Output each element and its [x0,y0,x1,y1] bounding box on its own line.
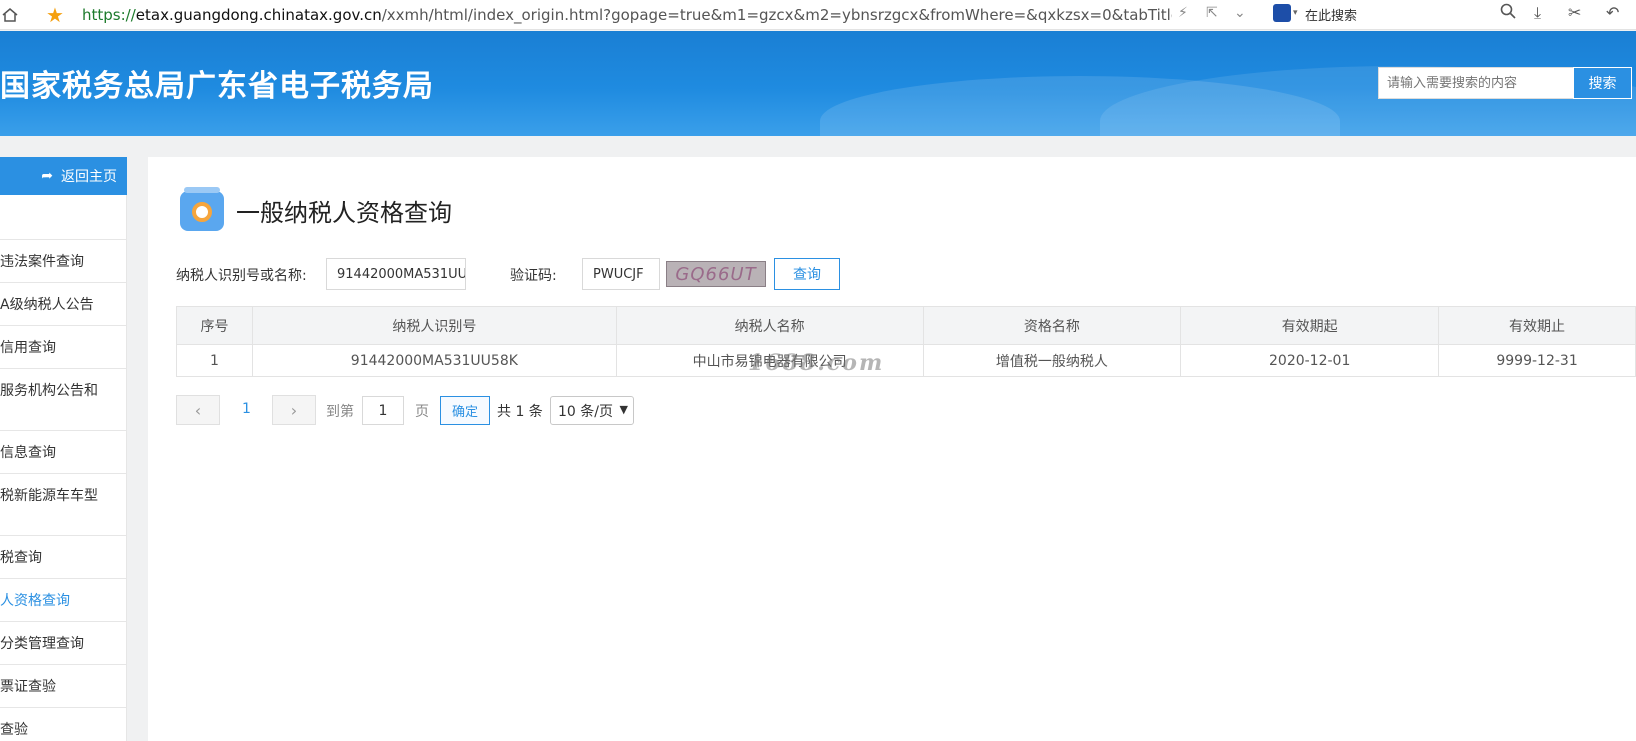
prev-page-button[interactable]: ‹ [176,395,220,425]
taxpayer-label: 纳税人识别号或名称: [176,268,307,284]
watermark: 1688.com [748,350,885,376]
table-row: 1 91442000MA531UU58K 中山市易锦电器有限公司 增值税一般纳税… [176,344,1636,377]
site-search-input[interactable] [1379,68,1574,98]
chevron-down-icon: ▼ [619,403,628,416]
current-page-number[interactable]: 1 [242,401,251,417]
sidebar-item-label: A级纳税人公告 [0,297,94,313]
sidebar-item-label: 信息查询 [0,445,56,461]
table-cell: 2020-12-01 [1180,344,1440,377]
table-cell: 9999-12-31 [1438,344,1636,377]
sidebar-item-label: 票证查验 [0,679,56,695]
sidebar-item-label: 分类管理查询 [0,636,84,652]
download-icon[interactable]: ⤓ [1534,3,1541,23]
goto-confirm-button[interactable]: 确定 [440,396,490,425]
sidebar-item[interactable]: 服务机构公告和 [0,368,127,430]
site-title: 国家税务总局广东省电子税务局 [0,69,434,104]
query-magnifier-icon [180,187,224,231]
captcha-input[interactable]: PWUCJF [582,258,660,290]
query-button[interactable]: 查询 [774,258,840,290]
site-search-input-box[interactable] [1378,67,1574,99]
column-header: 纳税人名称 [615,306,924,345]
sidebar-item-label: 服务机构公告和 [0,383,98,399]
sidebar-item-active[interactable]: 人资格查询 [0,578,127,621]
chevron-down-icon[interactable]: ⌄ [1234,5,1246,21]
home-icon[interactable] [0,0,22,30]
sidebar-item[interactable]: A级纳税人公告 [0,282,127,325]
sidebar-item[interactable]: 税新能源车车型 [0,473,127,535]
main-panel: 一般纳税人资格查询 纳税人识别号或名称: 91442000MA531UU58K … [148,157,1636,741]
sidebar-item-label: 税新能源车车型 [0,488,98,504]
scissors-icon[interactable]: ✂ [1568,3,1581,22]
page-suffix-label: 页 [415,404,429,420]
captcha-image[interactable]: GQ66UT [666,261,766,287]
table-cell: 增值税一般纳税人 [922,344,1182,377]
browser-address-bar: ★ https://etax.guangdong.chinatax.gov.cn… [0,0,1636,30]
total-count: 共 1 条 [497,404,543,420]
browser-search-label[interactable]: 在此搜索 [1305,5,1357,24]
sidebar: ➦ 返回主页 违法案件查询 A级纳税人公告 信用查询 服务机构公告和 信息查询 … [0,157,127,741]
page-title: 一般纳税人资格查询 [236,199,452,227]
sidebar-item[interactable]: 信用查询 [0,325,127,368]
captcha-label: 验证码: [510,268,557,284]
back-arrow-icon: ➦ [41,168,53,184]
column-header: 有效期起 [1180,306,1440,345]
next-page-button[interactable]: › [272,395,316,425]
sidebar-item[interactable]: 分类管理查询 [0,621,127,664]
sidebar-item[interactable]: 查验 [0,707,127,741]
sidebar-item[interactable]: 票证查验 [0,664,127,707]
search-engine-icon[interactable] [1273,4,1291,22]
lightning-icon[interactable]: ⚡ [1178,5,1188,21]
sidebar-item-label: 税查询 [0,550,42,566]
engine-caret-icon[interactable]: ▾ [1293,8,1298,18]
sidebar-item[interactable]: 税查询 [0,535,127,578]
column-header: 序号 [176,306,253,345]
column-header: 有效期止 [1438,306,1636,345]
sidebar-item[interactable]: 信息查询 [0,430,127,473]
undo-icon[interactable]: ↶ [1606,3,1619,22]
column-header: 纳税人识别号 [251,306,617,345]
column-header: 资格名称 [922,306,1182,345]
table-cell: 1 [176,344,253,377]
sidebar-item[interactable]: 违法案件查询 [0,239,127,282]
sidebar-item-label: 查验 [0,722,28,738]
taxpayer-id-input[interactable]: 91442000MA531UU58K [326,258,466,290]
table-cell: 91442000MA531UU58K [251,344,617,377]
table-header-row: 序号 纳税人识别号 纳税人名称 资格名称 有效期起 有效期止 [176,306,1636,345]
site-search-button[interactable]: 搜索 [1573,67,1632,99]
sidebar-item-label: 人资格查询 [0,593,70,609]
site-banner: 国家税务总局广东省电子税务局 搜索 [0,31,1636,136]
back-home-button[interactable]: ➦ 返回主页 [0,157,127,195]
sidebar-item-label: 信用查询 [0,340,56,356]
back-home-label: 返回主页 [61,169,117,185]
result-table: 序号 纳税人识别号 纳税人名称 资格名称 有效期起 有效期止 1 9144200… [176,306,1636,377]
goto-page-input[interactable]: 1 [362,396,404,425]
search-icon[interactable] [1500,3,1516,23]
page-size-select[interactable]: 10 条/页 ▼ [550,396,634,425]
goto-label: 到第 [326,404,354,420]
page-size-value: 10 条/页 [558,403,613,420]
url-field[interactable]: https://etax.guangdong.chinatax.gov.cn/x… [82,6,1172,24]
bookmark-star-icon[interactable]: ★ [46,3,64,27]
sidebar-item-label: 违法案件查询 [0,254,84,270]
share-icon[interactable]: ⇱ [1206,5,1218,21]
